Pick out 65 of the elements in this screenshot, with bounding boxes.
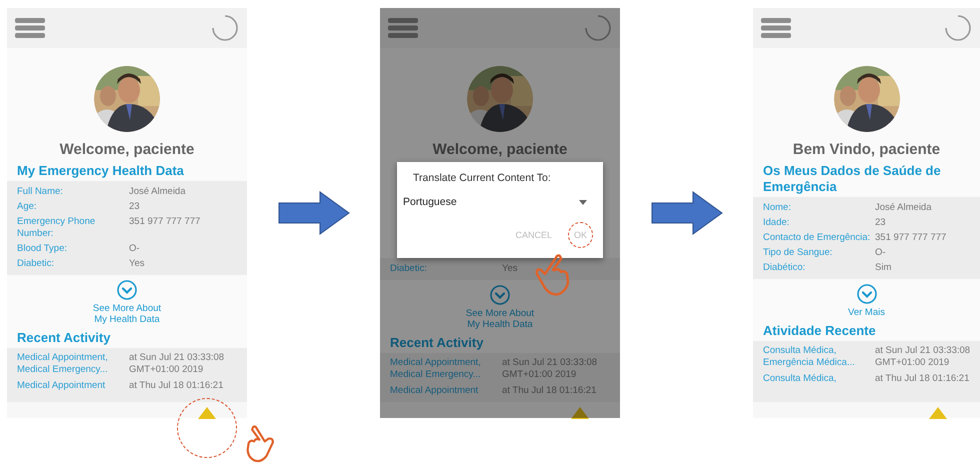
activity-time: at Thu Jul 18 01:16:21: [129, 380, 224, 392]
section-heading: Os Meus Dados de Saúde de Emergência: [762, 162, 942, 196]
welcome-heading: Welcome, paciente: [432, 140, 568, 160]
field-value: 351 977 777 777: [875, 232, 948, 244]
field-value: Sim: [875, 262, 892, 274]
activity-time: at Sun Jul 21 03:33:08 GMT+01:00 2019: [502, 357, 598, 381]
field-value: 23: [875, 216, 887, 228]
section-heading: Recent Activity: [389, 334, 484, 352]
triangle-up-icon: [571, 407, 589, 419]
field-label: Full Name:: [17, 186, 64, 198]
language-dropdown[interactable]: Portuguese: [403, 196, 593, 208]
activity-title[interactable]: Consulta Médica,: [763, 373, 875, 385]
field-value: O-: [129, 242, 141, 254]
see-more-link[interactable]: See More About My Health Data: [92, 303, 162, 325]
scroll-up-button[interactable]: [177, 398, 237, 458]
activity-time: at Sun Jul 21 03:33:08 GMT+01:00 2019: [129, 352, 226, 376]
field-label: Diabetic:: [390, 262, 428, 274]
section-heading: Atividade Recente: [762, 322, 877, 340]
field-label: Age:: [17, 200, 38, 212]
activity-title[interactable]: Consulta Médica, Emergência Médica...: [763, 345, 875, 369]
expand-circle-icon[interactable]: [490, 285, 510, 305]
field-value: Yes: [129, 258, 146, 270]
right-arrow: [650, 191, 722, 235]
see-more-link[interactable]: See More About My Health Data: [466, 308, 534, 330]
field-label: Diabetic:: [17, 258, 55, 270]
expand-circle-icon[interactable]: [856, 284, 876, 304]
dropdown-caret-icon: [579, 200, 587, 204]
field-label: Tipo de Sangue:: [763, 246, 834, 258]
section-heading: Recent Activity: [16, 329, 112, 347]
field-label: Diabético:: [763, 262, 806, 274]
welcome-heading: Bem Vindo, paciente: [792, 140, 942, 160]
triangle-up-icon: [929, 407, 947, 419]
loading-spinner-icon: [944, 14, 972, 42]
field-value: O-: [875, 246, 887, 258]
field-value: José Almeida: [129, 186, 187, 198]
menu-icon[interactable]: [761, 18, 791, 38]
welcome-heading: Welcome, paciente: [58, 140, 196, 160]
ok-button[interactable]: OK: [568, 222, 593, 248]
see-more-link[interactable]: Ver Mais: [848, 307, 885, 318]
menu-icon[interactable]: [388, 18, 418, 38]
activity-title[interactable]: Medical Appointment: [17, 380, 129, 392]
field-value: 23: [129, 200, 141, 212]
field-label: Nome:: [763, 202, 792, 214]
field-label: Contacto de Emergência:: [763, 232, 872, 244]
field-label: Idade:: [763, 216, 790, 228]
activity-title[interactable]: Medical Appointment: [390, 385, 502, 397]
activity-time: at Thu Jul 18 01:16:21: [875, 373, 970, 385]
triangle-up-icon: [198, 407, 216, 419]
dialog-title: Translate Current Content To:: [412, 172, 552, 184]
field-value: José Almeida: [875, 202, 933, 214]
activity-title[interactable]: Medical Appointment, Medical Emergency...: [390, 357, 502, 381]
expand-circle-icon[interactable]: [117, 280, 137, 300]
menu-icon[interactable]: [15, 18, 45, 38]
activity-time: at Sun Jul 21 03:33:08 GMT+01:00 2019: [875, 345, 970, 369]
field-label: Emergency Phone Number:: [17, 216, 96, 240]
loading-spinner-icon: [211, 14, 239, 42]
field-label: Blood Type:: [17, 242, 68, 254]
activity-title[interactable]: Medical Appointment, Medical Emergency...: [17, 352, 129, 376]
field-value: Yes: [502, 262, 518, 274]
field-value: 351 977 777 777: [129, 216, 202, 228]
section-heading: My Emergency Health Data: [16, 162, 185, 180]
loading-spinner-icon: [584, 14, 612, 42]
right-arrow: [278, 191, 350, 235]
activity-time: at Thu Jul 18 01:16:21: [502, 385, 598, 397]
cancel-button[interactable]: CANCEL: [509, 222, 558, 248]
